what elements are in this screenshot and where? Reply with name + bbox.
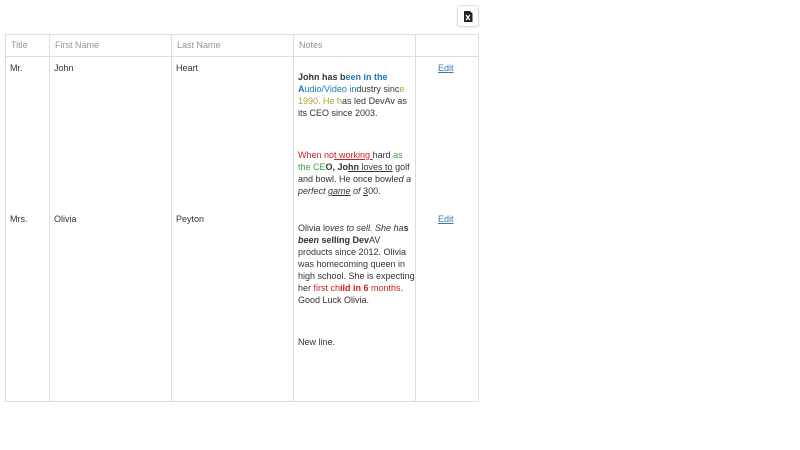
notes-paragraph: Olivia loves to sell. She has been selli…: [298, 223, 415, 305]
cell-first-name[interactable]: Olivia: [50, 214, 77, 224]
column-separator: [293, 35, 294, 401]
cell-title[interactable]: Mrs.: [6, 214, 28, 224]
cell-notes[interactable]: Olivia loves to sell. She has been selli…: [298, 222, 416, 348]
data-grid: Title First Name Last Name Notes Mr. Joh…: [5, 34, 479, 402]
cell-first-name[interactable]: John: [50, 63, 74, 73]
notes-paragraph: When not working hard as the CEO, John l…: [298, 150, 412, 196]
column-header-command: [416, 35, 479, 56]
cell-title[interactable]: Mr.: [6, 63, 23, 73]
column-header-title[interactable]: Title: [6, 35, 49, 56]
column-header-notes[interactable]: Notes: [294, 35, 415, 56]
edit-link[interactable]: Edit: [438, 214, 454, 224]
cell-last-name[interactable]: Peyton: [172, 214, 204, 224]
notes-paragraph: John has been in the Audio/Video industr…: [298, 72, 407, 118]
export-to-excel-button[interactable]: [457, 5, 479, 27]
excel-export-icon: [464, 10, 473, 22]
notes-paragraph: New line.: [298, 337, 336, 347]
cell-last-name[interactable]: Heart: [172, 63, 198, 73]
column-header-last-name[interactable]: Last Name: [172, 35, 293, 56]
cell-notes[interactable]: John has been in the Audio/Video industr…: [298, 71, 416, 197]
header-divider: [6, 56, 478, 57]
column-header-first-name[interactable]: First Name: [50, 35, 171, 56]
edit-link[interactable]: Edit: [438, 63, 454, 73]
